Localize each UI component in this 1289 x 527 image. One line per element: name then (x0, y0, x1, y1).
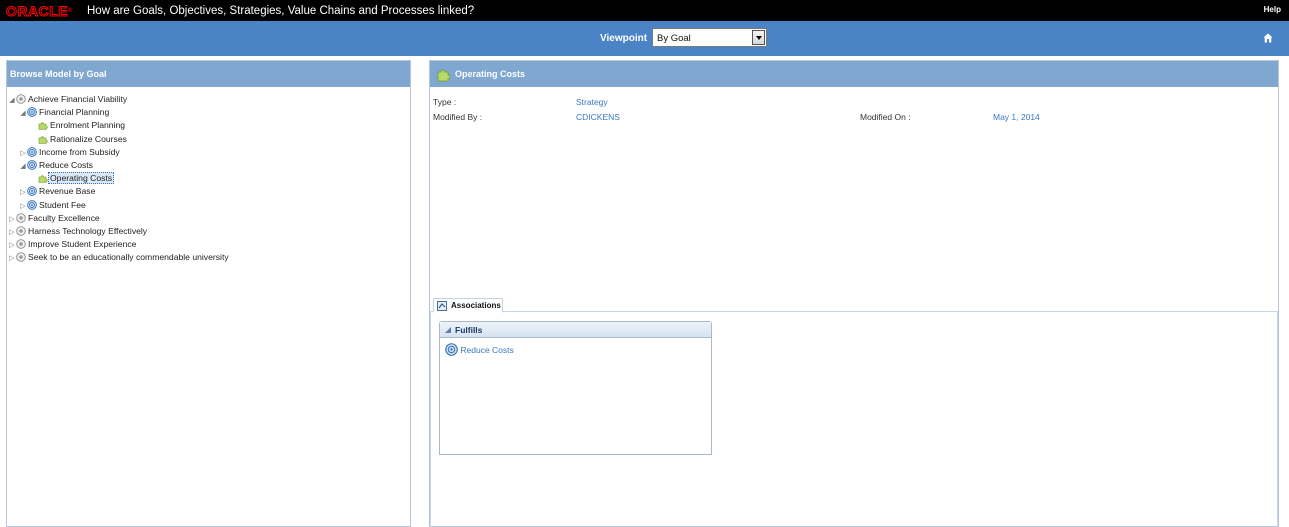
expand-toggle-icon[interactable]: ▷ (8, 226, 16, 239)
page-title: How are Goals, Objectives, Strategies, V… (87, 5, 475, 17)
browse-model-header: Browse Model by Goal (7, 61, 410, 87)
strategy-icon (38, 175, 48, 183)
type-label: Type : (433, 97, 457, 107)
tree-node[interactable]: ◢ Financial Planning (19, 106, 111, 119)
tab-associations-label: Associations (451, 301, 501, 310)
collapse-toggle-icon[interactable]: ◢ (8, 94, 16, 107)
chevron-down-icon[interactable] (752, 30, 765, 45)
tree-node[interactable]: ▷ Seek to be an educationally commendable… (8, 251, 231, 264)
collapse-toggle-icon[interactable]: ◢ (19, 160, 27, 173)
tree-node[interactable]: Enrolment Planning (30, 119, 127, 132)
modified-on-label: Modified On : (860, 112, 911, 122)
viewpoint-select-value: By Goal (657, 33, 691, 44)
fulfills-header[interactable]: Fulfills (440, 322, 711, 338)
oracle-logo: ORACLE® (5, 3, 74, 20)
tree-node[interactable]: ▷ Revenue Base (19, 185, 97, 198)
goal-icon (16, 94, 26, 104)
viewpoint-bar: Viewpoint By Goal (0, 21, 1289, 56)
collapse-toggle-icon[interactable]: ◢ (19, 107, 27, 120)
type-value[interactable]: Strategy (576, 97, 608, 107)
strategy-icon (38, 122, 48, 131)
expand-toggle-icon[interactable]: ▷ (8, 213, 16, 226)
modified-on-value: May 1, 2014 (993, 112, 1040, 122)
objective-icon (27, 107, 37, 118)
top-bar: ORACLE® How are Goals, Objectives, Strat… (0, 0, 1289, 21)
objective-icon (27, 199, 37, 210)
objective-icon (445, 343, 458, 356)
objective-icon (27, 160, 37, 170)
expand-toggle-icon[interactable]: ▷ (19, 200, 27, 213)
tree-node-label: Operating Costs (48, 172, 115, 185)
expand-toggle-icon[interactable]: ▷ (19, 186, 27, 199)
tree-node[interactable]: ◢ Achieve Financial Viability (8, 93, 129, 106)
tree-node[interactable]: Rationalize Courses (30, 133, 129, 146)
tree-node-label: Achieve Financial Viability (28, 94, 128, 104)
tree-node[interactable]: ▷ Student Fee (19, 199, 88, 212)
tree-node-label: Student Fee (39, 199, 86, 210)
tree-node[interactable]: ▷ Improve Student Experience (8, 238, 138, 251)
strategy-icon (38, 136, 48, 144)
collapse-icon[interactable] (445, 327, 451, 333)
tree-node-label: Income from Subsidy (39, 146, 120, 157)
tab-associations[interactable]: Associations (433, 298, 503, 313)
tree-node-label: Faculty Excellence (28, 212, 100, 223)
objective-icon (27, 186, 37, 197)
expand-toggle-icon[interactable]: ▷ (8, 239, 16, 252)
details-header: Operating Costs (430, 61, 1278, 87)
expand-toggle-icon[interactable]: ▷ (19, 147, 27, 160)
browse-model-panel: Browse Model by Goal ◢ Achieve Financial … (6, 60, 411, 527)
help-link[interactable]: Help (1264, 5, 1281, 14)
modified-by-label: Modified By : (433, 112, 483, 122)
association-item[interactable]: Reduce Costs (445, 343, 514, 356)
objective-icon (27, 146, 37, 157)
tree-node-label: Rationalize Courses (50, 133, 127, 144)
goal-icon (16, 226, 26, 236)
modified-by-value[interactable]: CDICKENS (576, 112, 620, 122)
details-title: Operating Costs (455, 69, 526, 79)
viewpoint-label: Viewpoint (600, 33, 648, 44)
tree-node[interactable]: ▷ Faculty Excellence (8, 212, 102, 225)
fulfills-section: Fulfills Reduce Costs (439, 321, 712, 455)
tree-node-label: Reduce Costs (39, 160, 93, 170)
associations-icon (437, 301, 447, 311)
tree-node[interactable]: ▷ Income from Subsidy (19, 146, 122, 159)
tab-strip: Associations (430, 297, 1278, 313)
expand-toggle-icon[interactable]: ▷ (8, 252, 16, 265)
tree-node-label: Seek to be an educationally commendable … (28, 252, 229, 263)
fulfills-title: Fulfills (455, 325, 483, 335)
tree-node-label: Enrolment Planning (50, 120, 126, 131)
tree-node[interactable]: ▷ Harness Technology Effectively (8, 225, 149, 238)
viewpoint-select[interactable]: By Goal (652, 28, 767, 47)
goal-icon (16, 239, 26, 249)
tree-node-label: Improve Student Experience (28, 239, 137, 250)
association-item-label: Reduce Costs (460, 345, 514, 355)
tree-node[interactable]: ◢ Reduce Costs (19, 159, 95, 172)
tree-node-label: Harness Technology Effectively (28, 226, 148, 236)
home-icon[interactable] (1263, 33, 1273, 43)
puzzle-piece-icon (437, 69, 451, 82)
goal-icon (16, 213, 26, 223)
tree-node-label: Revenue Base (39, 186, 96, 197)
tree-node[interactable]: Operating Costs (30, 172, 115, 185)
tree-node-label: Financial Planning (39, 107, 110, 118)
goal-icon (16, 252, 26, 263)
